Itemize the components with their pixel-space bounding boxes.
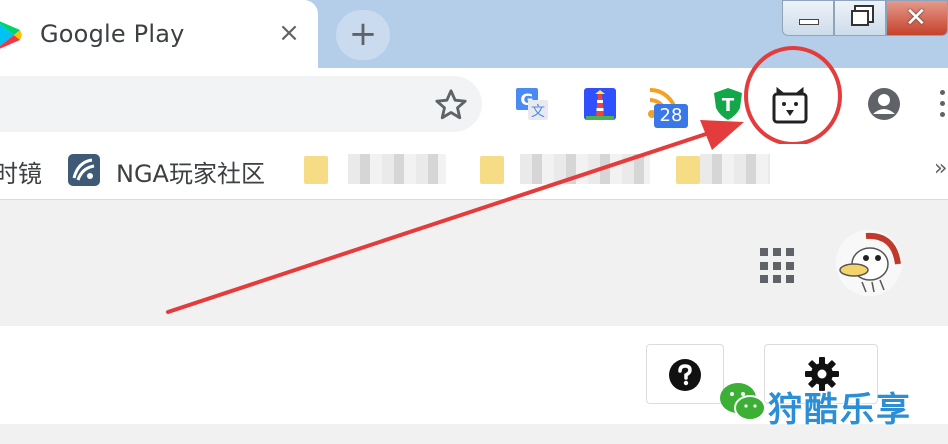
profile-icon[interactable] (866, 86, 902, 122)
bookmark-item-partial[interactable]: 时镜 (0, 154, 42, 189)
maximize-button[interactable] (834, 0, 886, 36)
tab-google-play[interactable]: Google Play × (0, 0, 318, 68)
blurred-bookmark[interactable] (348, 154, 446, 184)
window-controls: ✕ (776, 0, 948, 36)
bookmarks-bar: 时镜 NGA玩家社区 » (0, 144, 948, 200)
watermark-text: 狩酷乐享 (768, 390, 912, 430)
help-button[interactable] (646, 344, 724, 404)
duck-avatar-icon (836, 230, 902, 296)
nga-icon (68, 154, 100, 186)
google-translate-icon[interactable]: G 文 (514, 86, 550, 122)
bookmark-star-icon[interactable] (434, 88, 468, 122)
lighthouse-icon[interactable] (582, 86, 618, 122)
blurred-bookmark[interactable] (700, 154, 770, 184)
minimize-icon (799, 19, 819, 25)
tab-title: Google Play (40, 20, 185, 48)
maximize-icon (851, 10, 869, 26)
chrome-menu-icon[interactable] (940, 90, 948, 120)
close-icon: ✕ (905, 3, 927, 33)
bookmark-nga[interactable]: NGA玩家社区 (116, 154, 265, 189)
blurred-bookmark[interactable] (520, 154, 650, 184)
close-button[interactable]: ✕ (886, 0, 948, 36)
tab-close-button[interactable]: × (274, 18, 304, 48)
wechat-icon (720, 383, 766, 421)
minimize-button[interactable] (782, 0, 834, 36)
help-icon (669, 359, 701, 391)
t-shield-icon[interactable]: T (710, 86, 746, 122)
svg-text:T: T (722, 95, 735, 116)
page-header (0, 200, 948, 326)
bookmarks-overflow-button[interactable]: » (934, 156, 947, 181)
avatar[interactable] (836, 230, 902, 296)
bear-extension-icon[interactable] (770, 86, 810, 126)
apps-grid-icon[interactable] (760, 248, 796, 284)
rss-unread-badge: 28 (654, 104, 688, 128)
folder-icon[interactable] (676, 156, 700, 184)
google-play-icon (0, 21, 22, 49)
folder-icon[interactable] (304, 156, 328, 184)
folder-icon[interactable] (480, 156, 504, 184)
new-tab-button[interactable]: + (336, 10, 390, 60)
svg-text:文: 文 (531, 104, 545, 120)
address-bar[interactable] (0, 76, 482, 132)
